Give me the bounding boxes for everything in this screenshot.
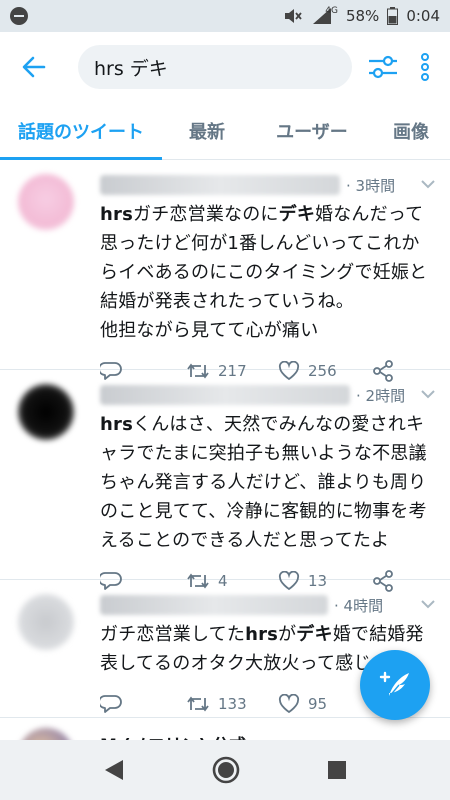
avatar[interactable] xyxy=(18,728,74,740)
tab-latest[interactable]: 最新 xyxy=(162,102,252,159)
heart-icon xyxy=(278,694,300,714)
filter-sliders-icon xyxy=(369,55,397,79)
text-segment: 結婚が発表されたっていうね。 xyxy=(100,291,354,312)
tweet-text: hrsくんはさ、天然でみんなの愛されキャラでたまに突拍子も無いような不思議 ちゃん… xyxy=(100,410,434,555)
tweet-line: ちゃん発言する人だけど、誰よりも周り xyxy=(100,468,434,497)
text-segment: 婚なんだって xyxy=(315,204,424,225)
tweet-time: · 3時間 xyxy=(346,176,396,195)
highlighted-term: デキ xyxy=(278,204,316,225)
tweet-line: hrsくんはさ、天然でみんなの愛されキ xyxy=(100,410,434,439)
back-arrow-icon xyxy=(22,56,46,78)
reply-button[interactable] xyxy=(100,694,186,714)
avatar[interactable] xyxy=(18,384,74,440)
home-circle-icon[interactable] xyxy=(211,755,241,785)
battery-icon xyxy=(387,7,399,25)
search-filter-button[interactable] xyxy=(366,50,400,84)
text-segment: 表してるのオタク大放火って感じ xyxy=(100,653,372,674)
search-tabs: 話題のツイート 最新 ユーザー 画像 xyxy=(0,102,450,160)
chevron-down-icon[interactable] xyxy=(420,598,436,610)
status-bar: 4G 58% 0:04 xyxy=(0,0,450,32)
text-segment: ガチ恋営業してた xyxy=(100,624,246,645)
tweet-time: · 2時間 xyxy=(356,386,406,405)
tweet-line: ャラでたまに突拍子も無いような不思議 xyxy=(100,439,434,468)
back-button[interactable] xyxy=(14,47,54,87)
chevron-down-icon[interactable] xyxy=(420,388,436,400)
battery-percent: 58% xyxy=(345,7,380,25)
tweet-line: 結婚が発表されたっていうね。 xyxy=(100,287,434,316)
text-segment: 思ったけど何が1番しんどいってこれか xyxy=(100,233,420,254)
tweet-line: えることのできる人だと思ってたよ xyxy=(100,526,434,555)
tweet-line: hrsガチ恋営業なのにデキ婚なんだって xyxy=(100,200,434,229)
avatar[interactable] xyxy=(18,594,74,650)
author-name-blurred[interactable] xyxy=(100,175,340,195)
text-segment: ガチ恋営業なのに xyxy=(133,204,279,225)
text-segment: ャラでたまに突拍子も無いような不思議 xyxy=(100,443,427,464)
author-name-blurred[interactable] xyxy=(100,385,350,405)
text-segment: ちゃん発言する人だけど、誰よりも周り xyxy=(100,472,427,493)
tweet-line: らイベあるのにこのタイミングで妊娠と xyxy=(100,258,434,287)
search-query: hrs デキ xyxy=(94,57,168,80)
compose-tweet-button[interactable] xyxy=(360,650,430,720)
author-name-blurred[interactable] xyxy=(100,595,328,615)
mute-icon xyxy=(285,9,302,23)
tweet-card[interactable]: M (メエリン) 公式 xyxy=(0,718,450,740)
more-vertical-icon xyxy=(421,53,429,81)
text-segment: が xyxy=(278,624,297,645)
tweet-card[interactable]: · 3時間 hrsガチ恋営業なのにデキ婚なんだって思ったけど何が1番しんどいって… xyxy=(0,160,450,382)
text-segment: えることのできる人だと思ってたよ xyxy=(100,530,390,551)
tweet-line: 他担ながら見てて心が痛い xyxy=(100,316,434,345)
do-not-disturb-icon xyxy=(10,7,28,25)
text-segment: くんはさ、天然でみんなの愛されキ xyxy=(133,414,425,435)
author-name[interactable]: M (メエリン) 公式 xyxy=(100,731,246,741)
highlighted-term: hrs xyxy=(245,624,279,645)
retweet-icon xyxy=(187,696,209,712)
tweet-text: hrsガチ恋営業なのにデキ婚なんだって思ったけど何が1番しんどいってこれか らイベ… xyxy=(100,200,434,345)
text-segment: のこと見てて、冷静に客観的に物事を考 xyxy=(100,501,427,522)
search-input[interactable]: hrs デキ xyxy=(78,45,352,89)
tab-images[interactable]: 画像 xyxy=(372,102,450,159)
chevron-down-icon[interactable] xyxy=(420,178,436,190)
back-triangle-icon[interactable] xyxy=(103,758,125,782)
overflow-menu-button[interactable] xyxy=(414,50,436,84)
reply-icon xyxy=(100,695,122,713)
text-segment: 他担ながら見てて心が痛い xyxy=(100,320,319,341)
system-navigation-bar xyxy=(0,740,450,800)
tweet-line: ガチ恋営業してたhrsがデキ婚で結婚発 xyxy=(100,620,434,649)
compose-feather-icon xyxy=(379,671,409,698)
avatar[interactable] xyxy=(18,174,74,230)
text-segment: 婚で結婚発 xyxy=(332,624,424,645)
tab-users[interactable]: ユーザー xyxy=(252,102,372,159)
highlighted-term: デキ xyxy=(296,624,333,645)
retweet-button[interactable]: 133 xyxy=(186,694,278,714)
tab-top-tweets[interactable]: 話題のツイート xyxy=(0,102,162,160)
tweet-line: のこと見てて、冷静に客観的に物事を考 xyxy=(100,497,434,526)
highlighted-term: hrs xyxy=(100,204,134,225)
like-count: 95 xyxy=(308,695,328,713)
search-header: hrs デキ xyxy=(0,32,450,102)
text-segment: らイベあるのにこのタイミングで妊娠と xyxy=(100,262,428,283)
tweet-card[interactable]: · 2時間 hrsくんはさ、天然でみんなの愛されキャラでたまに突拍子も無いような… xyxy=(0,370,450,592)
tweet-line: 思ったけど何が1番しんどいってこれか xyxy=(100,229,434,258)
network-label: 4G xyxy=(325,6,338,16)
like-button[interactable]: 95 xyxy=(278,694,372,714)
clock: 0:04 xyxy=(406,7,440,25)
tweet-time: · 4時間 xyxy=(334,596,384,615)
recents-square-icon[interactable] xyxy=(327,760,347,780)
retweet-count: 133 xyxy=(218,695,247,713)
highlighted-term: hrs xyxy=(100,414,134,435)
